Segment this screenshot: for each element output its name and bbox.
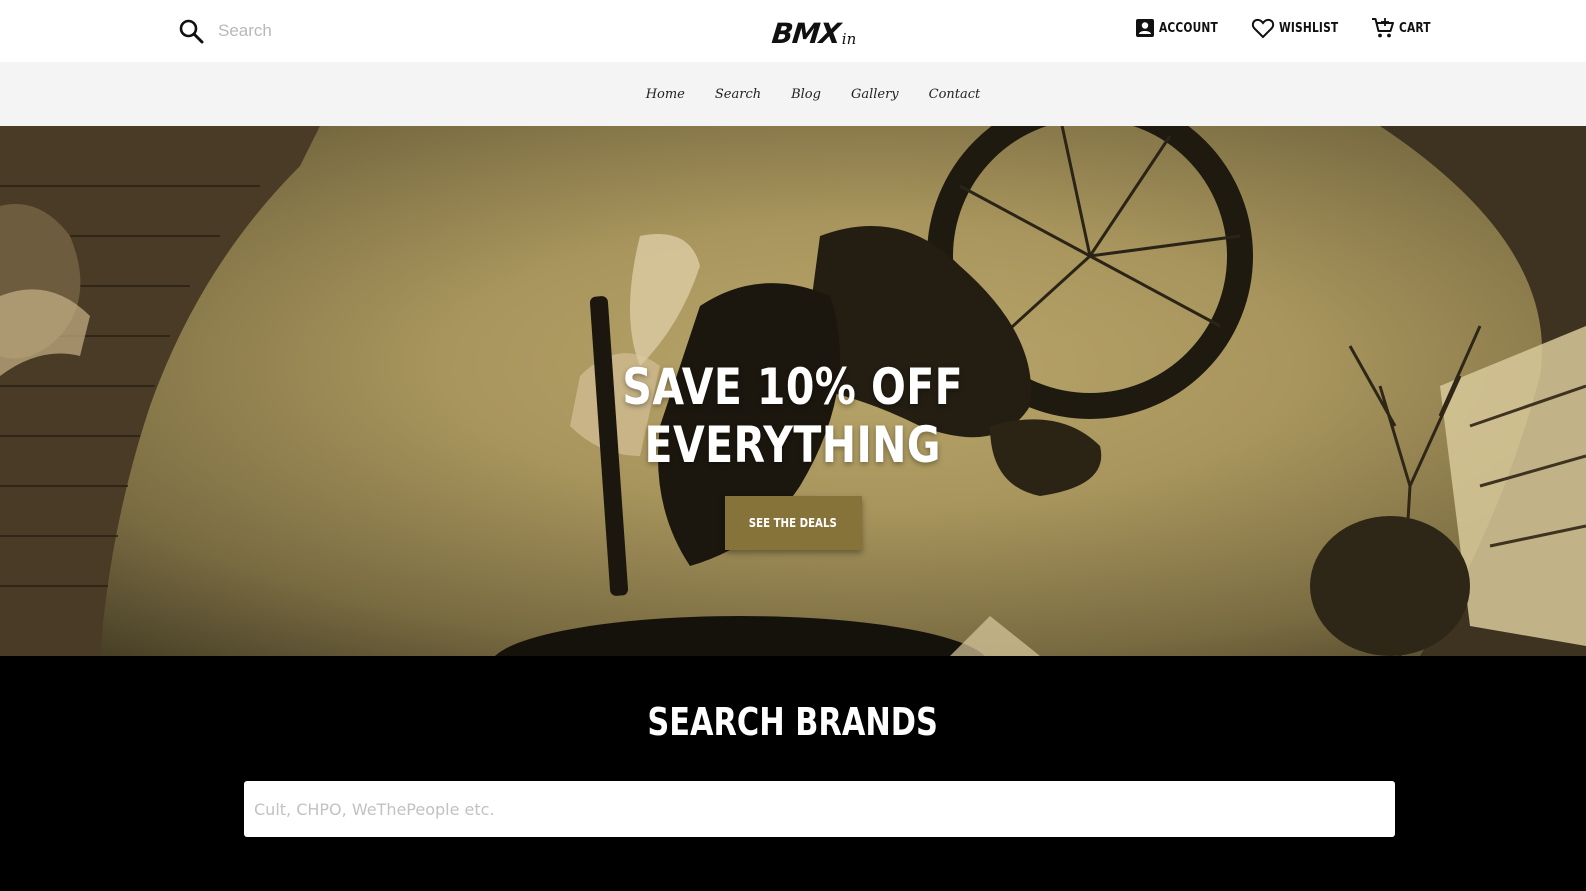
hero-title-line2: EVERYTHING <box>644 416 942 474</box>
nav-item-blog[interactable]: Blog <box>791 87 821 102</box>
account-icon <box>1136 19 1155 37</box>
see-deals-label: SEE THE DEALS <box>748 516 838 530</box>
nav-item-home[interactable]: Home <box>646 87 685 102</box>
user-nav: ACCOUNT WISHLIST CART <box>1135 17 1432 39</box>
hero-content: SAVE 10% OFF EVERYTHING SEE THE DEALS <box>0 358 1586 550</box>
wishlist-link[interactable]: WISHLIST <box>1251 17 1343 39</box>
header-search-input[interactable] <box>218 21 478 41</box>
brand-search-input[interactable] <box>244 781 1395 837</box>
nav-item-search[interactable]: Search <box>715 87 761 102</box>
see-deals-button[interactable]: SEE THE DEALS <box>724 496 862 550</box>
search-icon[interactable] <box>176 16 206 46</box>
search-brands-heading-text: SEARCH BRANDS <box>647 700 939 744</box>
wishlist-label: WISHLIST <box>1278 20 1339 36</box>
search-brands-heading: SEARCH BRANDS <box>0 700 1586 744</box>
header-search <box>176 14 478 48</box>
nav-item-contact[interactable]: Contact <box>929 87 981 102</box>
site-logo[interactable]: BMX in <box>770 10 857 50</box>
hero-banner: SAVE 10% OFF EVERYTHING SEE THE DEALS <box>0 126 1586 656</box>
account-label: ACCOUNT <box>1159 20 1218 36</box>
search-brands-section: SEARCH BRANDS <box>0 656 1586 891</box>
main-nav: Home Search Blog Gallery Contact <box>0 62 1586 126</box>
hero-title: SAVE 10% OFF EVERYTHING <box>623 358 964 474</box>
account-link[interactable]: ACCOUNT <box>1135 18 1223 38</box>
heart-icon <box>1251 18 1275 39</box>
logo-sub-text: in <box>841 30 857 48</box>
hero-title-line1: SAVE 10% OFF <box>622 358 964 416</box>
nav-item-gallery[interactable]: Gallery <box>851 87 899 102</box>
cart-icon <box>1372 18 1395 38</box>
cart-link[interactable]: CART <box>1371 17 1432 39</box>
cart-label: CART <box>1399 20 1432 36</box>
logo-main-text: BMX <box>770 17 842 50</box>
site-header: BMX in ACCOUNT WISHLIST <box>0 0 1586 62</box>
